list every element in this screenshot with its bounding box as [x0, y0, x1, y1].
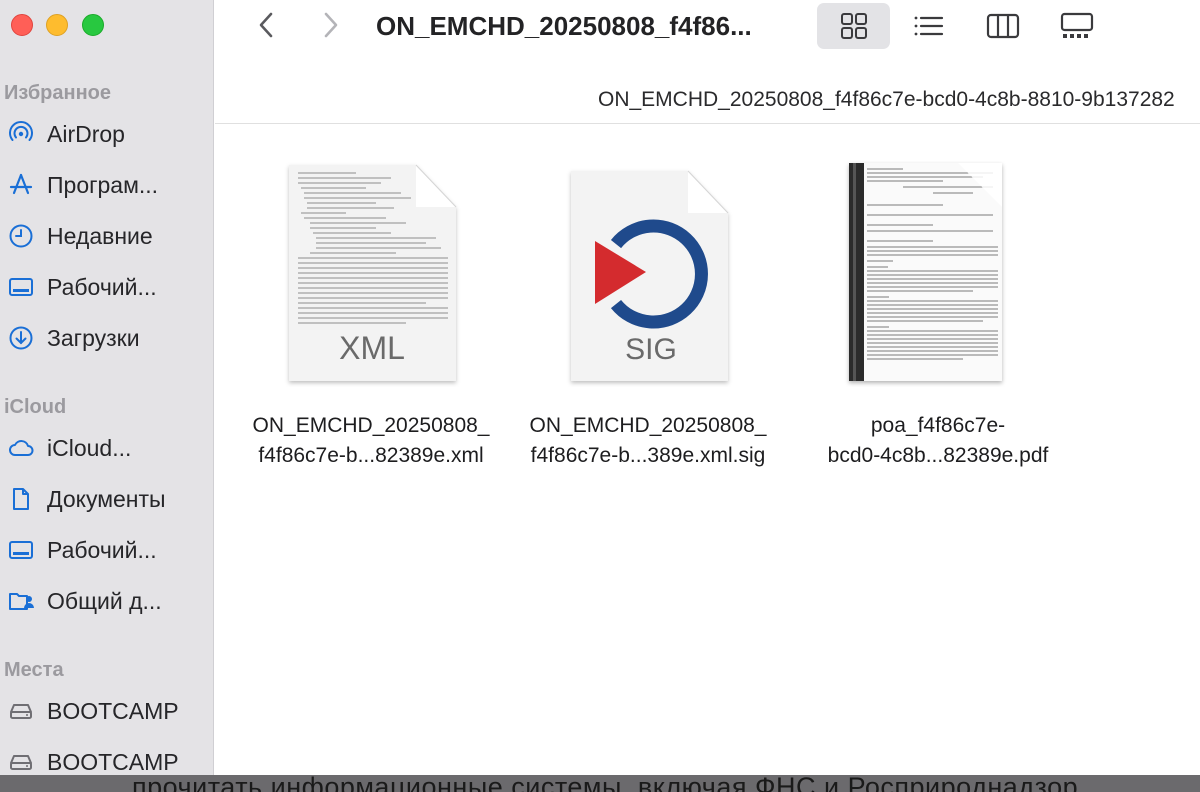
downloads-icon: [6, 323, 36, 353]
sidebar-item-label: Рабочий...: [47, 273, 157, 300]
file-item-xml[interactable]: XML ON_EMCHD_20250808_ f4f86c7e-b...8238…: [226, 125, 516, 485]
airdrop-icon: [6, 119, 36, 149]
file-area: XML ON_EMCHD_20250808_ f4f86c7e-b...8238…: [215, 125, 1200, 775]
sidebar-item-shared[interactable]: Общий д...: [0, 581, 214, 621]
file-item-pdf[interactable]: poa_f4f86c7e- bcd0-4c8b...82389e.pdf: [793, 125, 1083, 485]
sidebar-item-label: iCloud...: [47, 434, 132, 461]
chevron-left-icon: [259, 12, 273, 38]
sig-file-icon: SIG: [571, 170, 729, 381]
file-name: ON_EMCHD_20250808_ f4f86c7e-b...389e.xml…: [529, 414, 767, 467]
sidebar: Избранное AirDrop Програм... Недавние Ра…: [0, 0, 214, 775]
list-icon: [914, 16, 944, 36]
sidebar-item-label: Програм...: [47, 171, 159, 198]
sidebar-item-airdrop[interactable]: AirDrop: [0, 114, 214, 154]
sidebar-item-label: BOOTCAMP: [47, 697, 179, 724]
file-name: poa_f4f86c7e- bcd0-4c8b...82389e.pdf: [827, 414, 1049, 467]
sidebar-item-icloud-desktop[interactable]: Рабочий...: [0, 530, 214, 570]
document-icon: [6, 484, 36, 514]
file-item-sig[interactable]: SIG ON_EMCHD_20250808_ f4f86c7e-b...389e…: [503, 125, 793, 485]
sidebar-item-desktop[interactable]: Рабочий...: [0, 267, 214, 307]
desktop-icon: [6, 272, 36, 302]
sidebar-item-label: Общий д...: [47, 587, 162, 614]
column-view-button[interactable]: [973, 6, 1033, 46]
xml-file-icon: XML: [289, 164, 457, 381]
shared-folder-icon: [6, 586, 36, 616]
path-bar: ON_EMCHD_20250808_f4f86c7e-bcd0-4c8b-881…: [215, 62, 1200, 124]
gallery-view-button[interactable]: [1047, 6, 1107, 46]
minimize-window-button[interactable]: [46, 14, 68, 36]
icon-view-button[interactable]: [817, 3, 890, 49]
close-window-button[interactable]: [11, 14, 33, 36]
background-paper-text: прочитать информационные системы, включа…: [132, 775, 1079, 792]
drive-icon: [6, 747, 36, 777]
sidebar-item-label: Недавние: [47, 222, 153, 249]
pdf-preview-icon: [849, 163, 1002, 381]
sidebar-item-label: Документы: [47, 485, 166, 512]
sidebar-item-label: Загрузки: [47, 324, 140, 351]
drive-icon: [6, 696, 36, 726]
back-button[interactable]: [246, 8, 286, 42]
list-view-button[interactable]: [898, 6, 958, 46]
file-type-label: SIG: [625, 333, 677, 366]
background-paper-strip: прочитать информационные системы, включа…: [0, 775, 1200, 792]
sidebar-item-label: AirDrop: [47, 120, 125, 147]
zoom-window-button[interactable]: [82, 14, 104, 36]
file-type-label: XML: [339, 330, 405, 366]
sidebar-section-places: Места: [4, 659, 64, 681]
desktop-icon: [6, 535, 36, 565]
sidebar-section-favorites: Избранное: [4, 82, 112, 104]
toolbar: ON_EMCHD_20250808_f4f86...: [215, 0, 1200, 62]
gallery-icon: [1060, 12, 1094, 38]
clock-icon: [6, 221, 36, 251]
grid-icon: [840, 13, 867, 39]
sidebar-item-documents[interactable]: Документы: [0, 479, 214, 519]
sidebar-item-recents[interactable]: Недавние: [0, 216, 214, 256]
forward-button[interactable]: [311, 8, 351, 42]
sidebar-item-label: Рабочий...: [47, 536, 157, 563]
sidebar-item-label: BOOTCAMP: [47, 748, 179, 775]
path-bar-current[interactable]: ON_EMCHD_20250808_f4f86c7e-bcd0-4c8b-881…: [598, 88, 1175, 112]
sidebar-item-applications[interactable]: Програм...: [0, 165, 214, 205]
sidebar-item-bootcamp[interactable]: BOOTCAMP: [0, 691, 214, 731]
file-name: ON_EMCHD_20250808_ f4f86c7e-b...82389e.x…: [252, 414, 490, 467]
sidebar-item-icloud-drive[interactable]: iCloud...: [0, 428, 214, 468]
window-title: ON_EMCHD_20250808_f4f86...: [376, 11, 752, 41]
cloud-icon: [6, 433, 36, 463]
chevron-right-icon: [324, 12, 338, 38]
columns-icon: [986, 13, 1020, 39]
sidebar-item-downloads[interactable]: Загрузки: [0, 318, 214, 358]
applications-icon: [6, 170, 36, 200]
sidebar-section-icloud: iCloud: [4, 396, 67, 418]
